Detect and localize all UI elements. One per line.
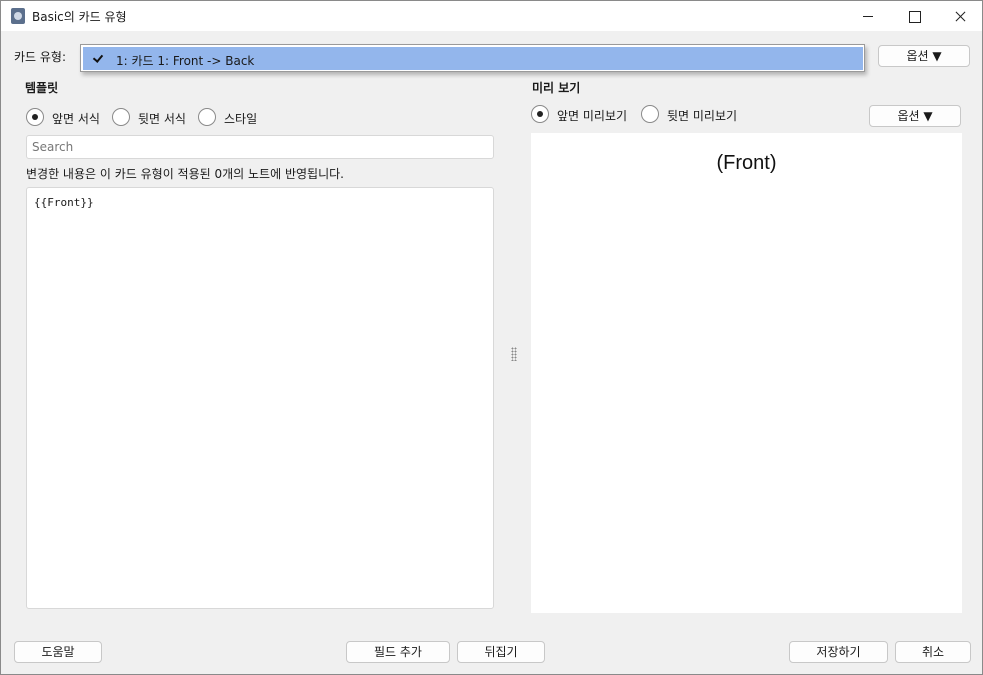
card-type-label: 카드 유형:	[14, 50, 67, 64]
card-type-option[interactable]: 1: 카드 1: Front -> Back	[83, 47, 863, 70]
back-template-radio[interactable]	[112, 108, 130, 126]
template-notice: 변경한 내용은 이 카드 유형이 적용된 0개의 노트에 반영됩니다.	[26, 167, 344, 181]
add-field-button-label: 필드 추가	[374, 645, 422, 659]
help-button-label: 도움말	[41, 645, 75, 659]
template-editor[interactable]: {{Front}}	[26, 187, 494, 609]
card-type-option-label: 1: 카드 1: Front -> Back	[116, 54, 255, 68]
preview-heading: 미리 보기	[532, 81, 581, 95]
preview-rendered-text: (Front)	[716, 152, 777, 174]
template-search-input[interactable]	[26, 135, 494, 159]
front-preview-label: 앞면 미리보기	[557, 109, 628, 123]
back-preview-radio[interactable]	[641, 105, 659, 123]
preview-options-button-label: 옵션 ▼	[897, 109, 933, 123]
preview-options-button[interactable]: 옵션 ▼	[869, 105, 961, 127]
card-type-options-button-label: 옵션 ▼	[906, 49, 942, 63]
add-field-button[interactable]: 필드 추가	[346, 641, 450, 663]
preview-pane: (Front)	[531, 133, 962, 613]
save-button[interactable]: 저장하기	[789, 641, 888, 663]
template-heading: 템플릿	[25, 81, 59, 95]
front-preview-radio[interactable]	[531, 105, 549, 123]
window-title: Basic의 카드 유형	[32, 10, 127, 24]
close-icon[interactable]	[937, 1, 983, 31]
front-template-radio[interactable]	[26, 108, 44, 126]
maximize-icon[interactable]	[891, 1, 937, 31]
card-type-dropdown-list: 1: 카드 1: Front -> Back	[80, 44, 865, 72]
template-editor-content: {{Front}}	[34, 196, 94, 209]
cancel-button-label: 취소	[921, 645, 945, 659]
cancel-button[interactable]: 취소	[895, 641, 971, 663]
flip-button-label: 뒤집기	[484, 645, 518, 659]
card-type-options-button[interactable]: 옵션 ▼	[878, 45, 970, 67]
back-template-label: 뒷면 서식	[138, 112, 186, 126]
back-preview-label: 뒷면 미리보기	[667, 109, 738, 123]
front-template-label: 앞면 서식	[52, 112, 100, 126]
check-icon	[92, 52, 104, 63]
minimize-icon[interactable]	[845, 1, 891, 31]
card-types-window: Basic의 카드 유형 카드 유형: 1: 카드 1: Front -> Ba…	[0, 0, 983, 675]
flip-button[interactable]: 뒤집기	[457, 641, 545, 663]
app-icon	[11, 8, 25, 24]
splitter-handle[interactable]	[511, 347, 517, 361]
help-button[interactable]: 도움말	[14, 641, 102, 663]
title-bar: Basic의 카드 유형	[1, 1, 982, 31]
styling-radio[interactable]	[198, 108, 216, 126]
save-button-label: 저장하기	[816, 645, 861, 659]
styling-label: 스타일	[224, 112, 258, 126]
